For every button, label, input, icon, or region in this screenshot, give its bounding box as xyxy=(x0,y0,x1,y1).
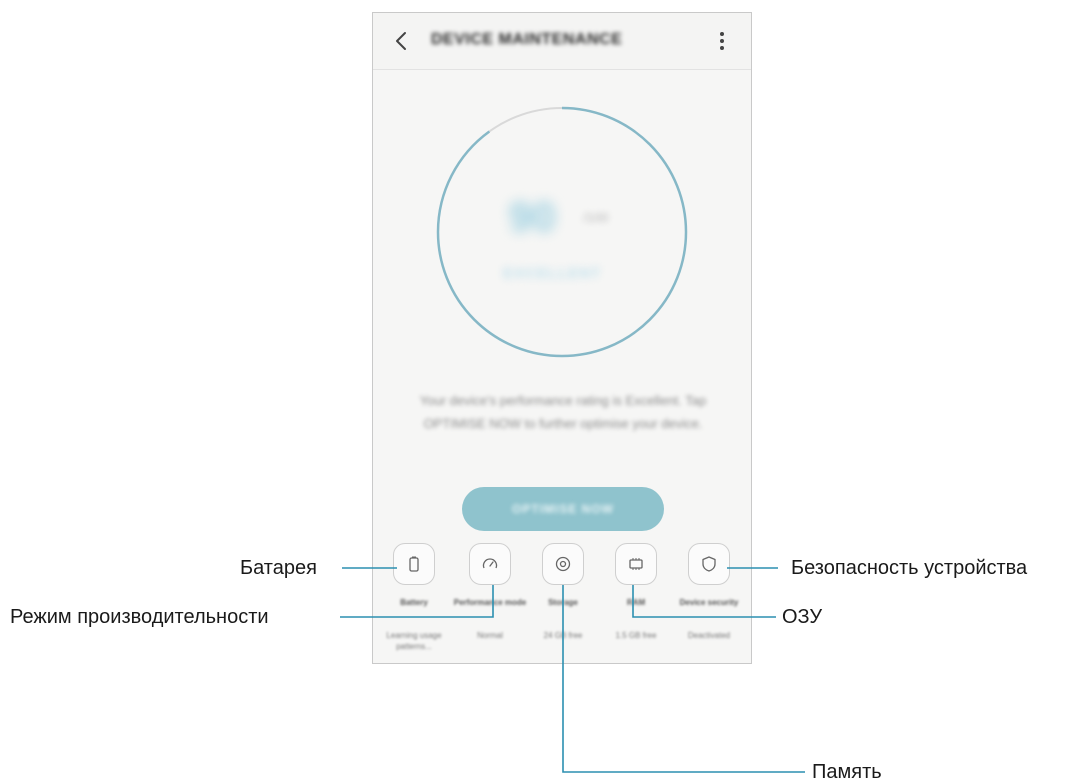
gauge-progress-arc xyxy=(436,106,688,358)
tool-name: Storage xyxy=(548,598,578,607)
more-options-icon[interactable] xyxy=(717,29,727,53)
tool-value: 24 GB free xyxy=(543,631,583,640)
tool-performance-mode[interactable]: Performance mode Normal xyxy=(453,543,527,641)
app-bar: DEVICE MAINTENANCE xyxy=(373,13,751,70)
tool-value: Learning usage patterns... xyxy=(386,631,442,651)
phone-screen: DEVICE MAINTENANCE 90 /100 EXCELLENT You… xyxy=(372,12,752,664)
page-title: DEVICE MAINTENANCE xyxy=(431,31,623,48)
tool-value: Deactivated xyxy=(687,631,731,640)
tool-battery[interactable]: Battery Learning usage patterns... xyxy=(377,543,451,652)
callout-battery: Батарея xyxy=(240,557,317,579)
ram-chip-icon xyxy=(615,543,657,585)
tool-device-security[interactable]: Device security Deactivated xyxy=(672,543,746,641)
tool-storage[interactable]: Storage 24 GB free xyxy=(526,543,600,641)
back-icon[interactable] xyxy=(391,30,413,52)
tool-name: Device security xyxy=(679,598,739,607)
speedometer-icon xyxy=(469,543,511,585)
tool-value: Normal xyxy=(477,631,503,640)
tool-name: Battery xyxy=(400,598,428,607)
callout-device-security: Безопасность устройства xyxy=(791,557,1028,579)
tool-value: 1.5 GB free xyxy=(615,631,657,640)
callout-ram: ОЗУ xyxy=(782,606,823,628)
tool-name: RAM xyxy=(626,598,646,607)
battery-icon xyxy=(393,543,435,585)
shield-icon xyxy=(688,543,730,585)
tool-ram[interactable]: RAM 1.5 GB free xyxy=(599,543,673,641)
performance-gauge xyxy=(436,106,688,358)
storage-icon xyxy=(542,543,584,585)
tool-name: Performance mode xyxy=(453,598,527,607)
optimise-now-button[interactable]: OPTIMISE NOW xyxy=(462,487,664,531)
callout-storage: Память xyxy=(812,761,882,783)
performance-score-unit: /100 xyxy=(583,210,609,225)
performance-score: 90 xyxy=(509,193,556,240)
performance-rating: EXCELLENT xyxy=(503,265,602,282)
optimise-now-label: OPTIMISE NOW xyxy=(512,502,614,516)
callout-performance-mode: Режим производительности xyxy=(10,606,269,628)
performance-description: Your device's performance rating is Exce… xyxy=(419,393,707,431)
